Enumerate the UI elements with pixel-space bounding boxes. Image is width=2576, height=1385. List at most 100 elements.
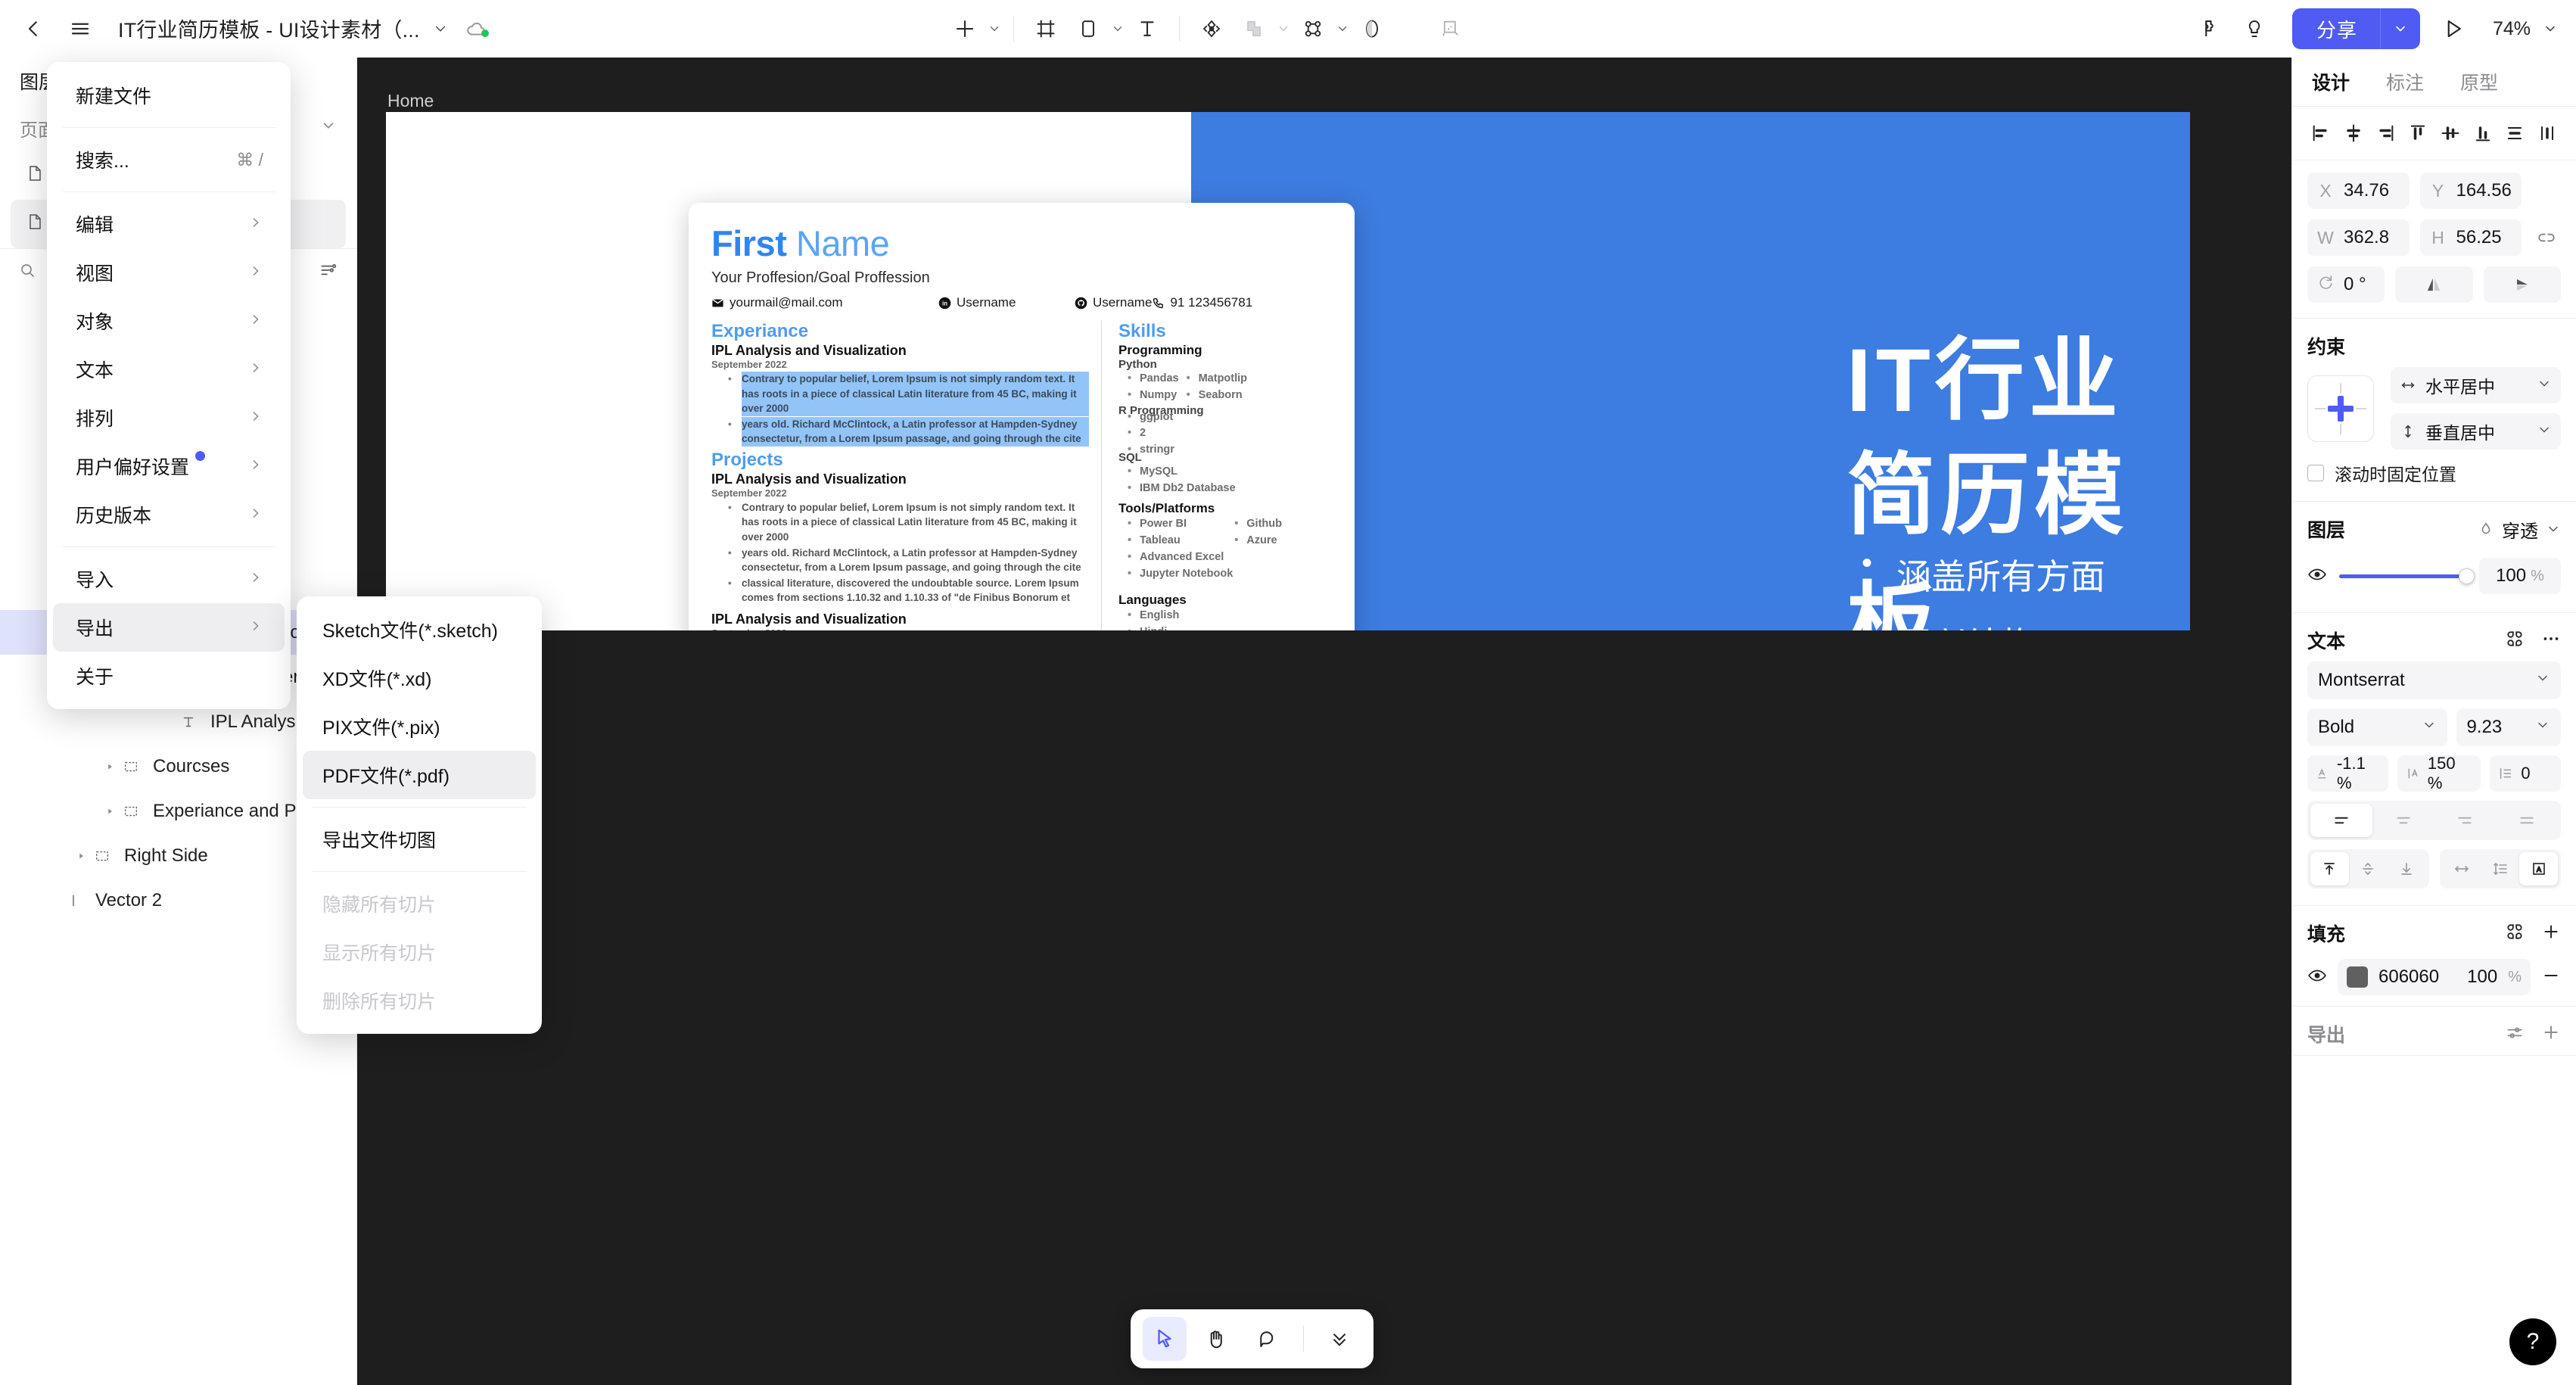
constraint-box[interactable] xyxy=(2307,375,2374,442)
autowidth-icon[interactable] xyxy=(2443,852,2481,885)
font-size-chevron-icon[interactable] xyxy=(2535,717,2550,738)
font-family-chevron-icon[interactable] xyxy=(2535,670,2550,691)
valign-bottom-icon[interactable] xyxy=(2388,852,2426,885)
height-field[interactable]: H 56.25 xyxy=(2419,219,2522,256)
frame-label[interactable]: Home xyxy=(387,91,434,111)
fill-visibility-eye-icon[interactable] xyxy=(2307,966,2327,989)
menu-item[interactable]: 用户偏好设置 xyxy=(53,442,285,490)
x-field[interactable]: X 34.76 xyxy=(2307,173,2410,209)
autoheight-icon[interactable] xyxy=(2481,852,2519,885)
line-height-field[interactable]: 150 % xyxy=(2397,754,2481,792)
boolean-tool-chevron-icon[interactable] xyxy=(1334,8,1351,50)
constraint-h-chevron-icon[interactable] xyxy=(2537,375,2552,396)
export-menu-item[interactable]: XD文件(*.xd) xyxy=(303,654,536,702)
fill-color-swatch[interactable] xyxy=(2347,966,2368,988)
add-tool-icon[interactable] xyxy=(944,8,986,50)
align-top-icon[interactable] xyxy=(2404,120,2431,147)
blend-mode-select[interactable]: 穿透 xyxy=(2478,516,2561,543)
filter-layers-icon[interactable] xyxy=(319,260,338,284)
collapse-chevrons-icon[interactable] xyxy=(1318,1317,1361,1361)
rotation-field[interactable]: 0 ° xyxy=(2307,266,2385,303)
comment-tool-icon[interactable] xyxy=(1246,1317,1290,1361)
font-size-select[interactable]: 9.23 xyxy=(2456,708,2561,746)
flip-vertical-button[interactable] xyxy=(2483,266,2561,303)
layer-disclosure-icon[interactable] xyxy=(100,761,120,772)
align-left-icon[interactable] xyxy=(2307,120,2335,147)
distribute-horizontal-icon[interactable] xyxy=(2534,120,2561,147)
fixed-scroll-checkbox[interactable] xyxy=(2307,465,2324,481)
valign-middle-icon[interactable] xyxy=(2349,852,2388,885)
font-weight-select[interactable]: Bold xyxy=(2307,708,2447,746)
mask-tool-icon[interactable] xyxy=(1233,8,1275,50)
constraint-horizontal-select[interactable]: 水平居中 xyxy=(2391,367,2561,403)
align-center-horizontal-icon[interactable] xyxy=(2340,120,2367,147)
lightbulb-icon[interactable] xyxy=(2235,9,2274,48)
contrast-tool-icon[interactable] xyxy=(1351,8,1393,50)
boolean-tool-icon[interactable] xyxy=(1292,8,1334,50)
layer-disclosure-icon[interactable] xyxy=(100,806,120,817)
menu-hamburger-icon[interactable] xyxy=(62,11,98,47)
visibility-eye-icon[interactable] xyxy=(2307,565,2327,588)
paragraph-spacing-field[interactable]: 0 xyxy=(2490,755,2561,792)
valign-top-icon[interactable] xyxy=(2310,852,2349,885)
back-icon[interactable] xyxy=(15,11,51,47)
add-fill-icon[interactable] xyxy=(2541,922,2561,945)
text-align-right-icon[interactable] xyxy=(2434,804,2497,837)
constraint-v-chevron-icon[interactable] xyxy=(2537,422,2552,442)
fill-color-chip[interactable]: 606060 100 % xyxy=(2338,959,2531,995)
help-button[interactable]: ? xyxy=(2509,1318,2556,1365)
export-menu-item[interactable]: PDF文件(*.pdf) xyxy=(303,751,536,799)
align-right-icon[interactable] xyxy=(2372,120,2399,147)
menu-item[interactable]: 导出 xyxy=(53,603,285,652)
chevron-down-icon[interactable] xyxy=(432,20,449,37)
add-export-icon[interactable] xyxy=(2541,1022,2561,1046)
menu-item[interactable]: 排列 xyxy=(53,394,285,442)
share-chevron-icon[interactable] xyxy=(2381,8,2420,49)
remove-fill-icon[interactable] xyxy=(2541,966,2561,989)
fixed-scroll-row[interactable]: 滚动时固定位置 xyxy=(2292,450,2576,489)
menu-item[interactable]: 对象 xyxy=(53,297,285,345)
canvas[interactable]: Home First Name Your Proffesion/Goal Pro… xyxy=(357,58,2291,1385)
export-menu-item[interactable]: PIX文件(*.pix) xyxy=(303,702,536,751)
menu-item[interactable]: 导入 xyxy=(53,555,285,603)
artboard-home[interactable]: First Name Your Proffesion/Goal Proffess… xyxy=(386,112,2190,630)
text-tool-icon[interactable] xyxy=(1126,8,1168,50)
menu-item[interactable]: 关于 xyxy=(53,652,285,700)
link-ratio-icon[interactable] xyxy=(2532,228,2561,247)
frame-tool-icon[interactable] xyxy=(1025,8,1067,50)
layer-disclosure-icon[interactable] xyxy=(71,851,91,861)
menu-item[interactable]: 新建文件 xyxy=(53,71,285,120)
text-style-library-icon[interactable] xyxy=(2505,629,2525,652)
distribute-vertical-icon[interactable] xyxy=(2501,120,2528,147)
plugin-icon[interactable] xyxy=(2189,9,2229,48)
resume-card[interactable]: First Name Your Proffesion/Goal Proffess… xyxy=(689,203,1355,630)
export-menu-item[interactable]: Sketch文件(*.sketch) xyxy=(303,605,536,654)
share-button[interactable]: 分享 xyxy=(2291,8,2420,49)
text-align-center-icon[interactable] xyxy=(2372,804,2434,837)
shape-tool-chevron-icon[interactable] xyxy=(1109,8,1126,50)
menu-item[interactable]: 文本 xyxy=(53,345,285,394)
font-weight-chevron-icon[interactable] xyxy=(2422,717,2437,738)
component-tool-icon[interactable] xyxy=(1190,8,1233,50)
zoom-chevron-icon[interactable] xyxy=(2543,21,2558,36)
text-align-justify-icon[interactable] xyxy=(2496,804,2558,837)
document-title[interactable]: IT行业简历模板 - UI设计素材（... xyxy=(118,14,420,43)
pages-chevron-icon[interactable] xyxy=(320,117,337,139)
hand-tool-icon[interactable] xyxy=(1194,1317,1238,1361)
menu-item[interactable]: 视图 xyxy=(53,248,285,297)
menu-item[interactable]: 历史版本 xyxy=(53,490,285,539)
width-field[interactable]: W 362.8 xyxy=(2307,219,2410,256)
opacity-field[interactable]: 100 % xyxy=(2479,558,2561,594)
add-tool-chevron-icon[interactable] xyxy=(986,8,1003,50)
fixed-size-icon[interactable]: A xyxy=(2519,852,2558,885)
constraint-vertical-select[interactable]: 垂直居中 xyxy=(2391,413,2561,450)
export-settings-icon[interactable] xyxy=(2505,1022,2525,1046)
zoom-level[interactable]: 74% xyxy=(2493,18,2531,40)
font-family-select[interactable]: Montserrat xyxy=(2307,661,2561,699)
align-bottom-icon[interactable] xyxy=(2469,120,2497,147)
letter-spacing-field[interactable]: -1.1 % xyxy=(2307,754,2388,792)
slice-tool-icon[interactable] xyxy=(1430,8,1472,50)
y-field[interactable]: Y 164.56 xyxy=(2419,173,2522,209)
text-more-options-icon[interactable] xyxy=(2541,629,2561,652)
mask-tool-chevron-icon[interactable] xyxy=(1275,8,1292,50)
